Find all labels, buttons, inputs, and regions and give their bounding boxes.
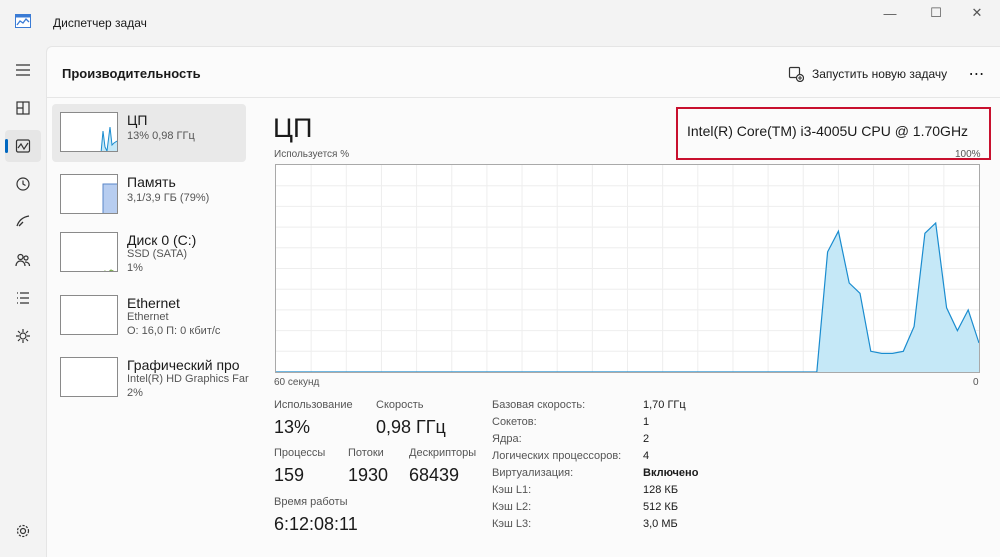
device-subtitle: 13% 0,98 ГГц [127,130,195,142]
settings-icon [16,524,30,538]
spec-label-base-speed: Базовая скорость: [492,399,586,411]
spec-value-cores: 2 [643,433,650,445]
cpu-usage-chart [276,165,980,373]
device-subtitle: Ethernet [127,311,169,323]
title-bar: Диспетчер задач — ☐ ✕ [0,0,1000,46]
task-manager-app-icon [15,14,31,28]
nav-menu-button[interactable] [5,54,41,86]
nav-app-history[interactable] [5,168,41,200]
graph-x-right-label: 0 [973,377,979,388]
processes-label: Процессы [274,447,326,459]
startup-apps-icon [16,215,30,227]
speed-label: Скорость [376,399,424,411]
gpu-thumbnail [60,357,118,397]
spec-value-l2-cache: 512 КБ [643,501,679,513]
handles-value: 68439 [409,465,460,485]
nav-startup-apps[interactable] [5,206,41,238]
maximize-button[interactable]: ☐ [913,2,959,24]
run-new-task-label: Запустить новую задачу [812,67,948,81]
device-gpu[interactable]: Графический про Intel(R) HD Graphics Far… [52,349,249,407]
nav-settings[interactable] [5,515,41,547]
spec-value-l1-cache: 128 КБ [643,484,679,496]
spec-value-virtualization: Включено [643,467,699,479]
spec-label-sockets: Сокетов: [492,416,537,428]
nav-performance[interactable] [5,130,41,162]
spec-value-l3-cache: 3,0 МБ [643,518,678,530]
header-divider [47,97,1000,98]
hamburger-menu-icon [16,64,30,76]
performance-icon [15,139,31,153]
graph-y-label: Используется % [274,149,350,160]
cpu-model-name: Intel(R) Core(TM) i3-4005U CPU @ 1.70GHz [687,123,969,139]
memory-thumbnail-graph [102,183,117,213]
spec-label-logical-processors: Логических процессоров: [492,450,622,462]
navigation-rail [0,46,46,557]
threads-value: 1930 [348,465,389,485]
spec-label-l3-cache: Кэш L3: [492,518,532,530]
page-title: Производительность [62,66,201,81]
device-ethernet[interactable]: Ethernet Ethernet О: 16,0 П: 0 кбит/с [52,287,246,345]
spec-label-virtualization: Виртуализация: [492,467,574,479]
device-subtitle: Intel(R) HD Graphics Far [127,373,249,385]
cpu-thumbnail-graph [100,126,117,151]
services-icon [16,329,30,343]
device-subtitle: 3,1/3,9 ГБ (79%) [127,192,210,204]
main-panel: Производительность Запустить новую задач… [46,46,1000,557]
nav-services[interactable] [5,320,41,352]
device-name: Диск 0 (C:) [127,232,197,248]
spec-label-l1-cache: Кэш L1: [492,484,532,496]
uptime-label: Время работы [274,496,348,508]
users-icon [15,253,31,267]
minimize-button[interactable]: — [867,2,913,24]
more-options-button[interactable]: ⋯ [962,61,992,87]
spec-label-cores: Ядра: [492,433,522,445]
speed-value: 0,98 ГГц [376,417,446,437]
cpu-usage-graph [275,164,980,373]
close-button[interactable]: ✕ [954,2,1000,24]
gpu-thumbnail-graph [61,358,118,397]
device-memory[interactable]: Память 3,1/3,9 ГБ (79%) [52,166,246,224]
app-history-icon [16,177,30,191]
spec-label-l2-cache: Кэш L2: [492,501,532,513]
nav-users[interactable] [5,244,41,276]
threads-label: Потоки [348,447,384,459]
detail-title: ЦП [273,113,313,143]
nav-details[interactable] [5,282,41,314]
disk-thumbnail-graph [103,269,115,271]
graph-y-max: 100% [955,149,981,160]
spec-value-base-speed: 1,70 ГГц [643,399,686,411]
ethernet-thumbnail [60,295,118,335]
handles-label: Дескрипторы [409,447,477,459]
details-icon [17,292,29,304]
cpu-thumbnail [60,112,118,152]
usage-value: 13% [274,417,311,437]
graph-x-left-label: 60 секунд [274,377,320,388]
usage-label: Использование [274,399,353,411]
device-name: Память [127,174,176,190]
processes-value: 159 [274,465,305,485]
device-cpu[interactable]: ЦП 13% 0,98 ГГц [52,104,246,162]
device-subtitle-2: 2% [127,387,143,399]
run-task-icon [788,66,804,82]
device-name: ЦП [127,112,148,128]
window-title: Диспетчер задач [53,16,147,30]
device-subtitle-2: О: 16,0 П: 0 кбит/с [127,325,221,337]
device-subtitle: SSD (SATA) [127,248,188,260]
device-subtitle-2: 1% [127,262,143,274]
run-new-task-button[interactable]: Запустить новую задачу [784,61,951,87]
device-name: Ethernet [127,295,180,311]
spec-value-sockets: 1 [643,416,650,428]
device-name: Графический про [127,357,240,373]
device-disk-0[interactable]: Диск 0 (C:) SSD (SATA) 1% [52,224,246,282]
memory-thumbnail [60,174,118,214]
disk-thumbnail [60,232,118,272]
spec-value-logical-processors: 4 [643,450,650,462]
nav-processes[interactable] [5,92,41,124]
processes-icon [16,101,30,115]
uptime-value: 6:12:08:11 [274,514,358,534]
